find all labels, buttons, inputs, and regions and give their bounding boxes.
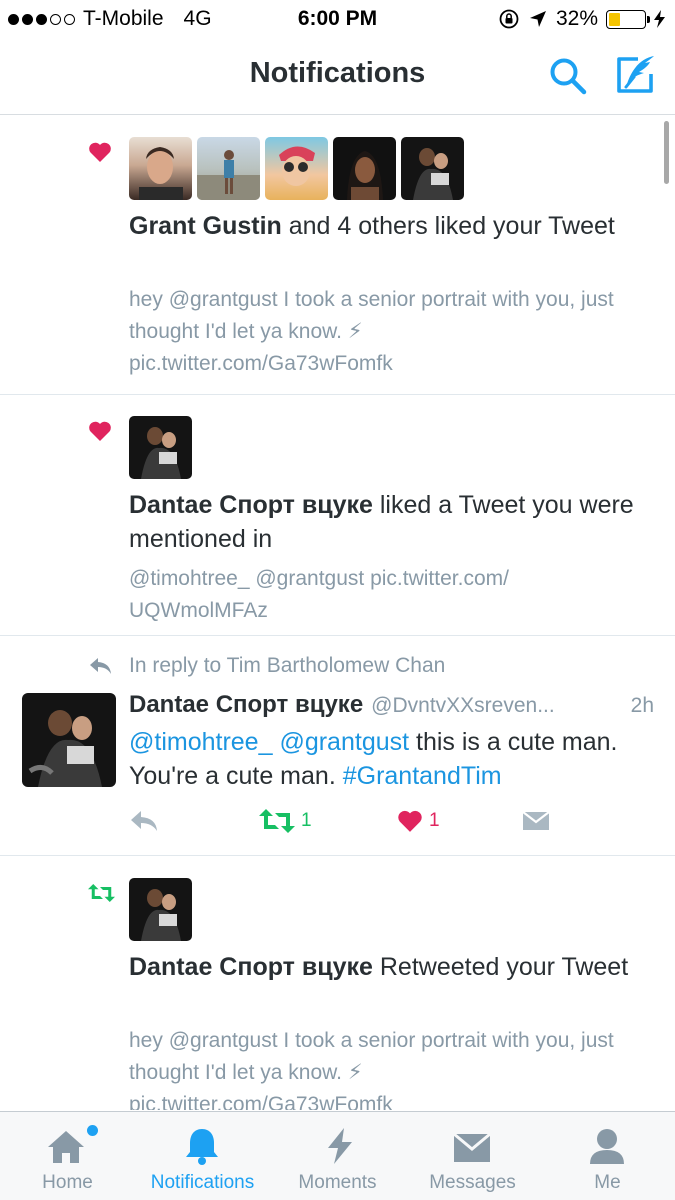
- heart-icon: [398, 810, 422, 832]
- notification-headline: Dantae Спорт вцуке liked a Tweet you wer…: [129, 491, 634, 553]
- tweet-text: @timohtree_ @grantgust this is a cute ma…: [129, 728, 618, 790]
- notification-headline: Grant Gustin and 4 others liked your Twe…: [129, 212, 615, 240]
- notification-item[interactable]: Grant Gustin and 4 others liked your Twe…: [0, 116, 675, 395]
- envelope-icon: [522, 811, 550, 830]
- hashtag-link[interactable]: #GrantandTim: [343, 762, 502, 790]
- tab-label: Home: [42, 1172, 93, 1193]
- retweet-button[interactable]: 1: [259, 809, 312, 833]
- tweet-item[interactable]: In reply to Tim Bartholomew Chan Dantae …: [0, 636, 675, 856]
- compose-tweet-icon[interactable]: [614, 54, 658, 96]
- avatar[interactable]: [401, 137, 464, 200]
- navigation-bar: Notifications: [0, 38, 675, 115]
- avatar[interactable]: [333, 137, 396, 200]
- home-icon: [48, 1131, 84, 1163]
- tab-label: Notifications: [150, 1172, 255, 1193]
- location-arrow-icon: [529, 11, 546, 27]
- retweet-icon: [259, 809, 295, 833]
- user-name[interactable]: Dantae Спорт вцуке: [129, 953, 373, 981]
- heart-icon: [89, 142, 111, 162]
- search-icon[interactable]: [548, 56, 588, 96]
- mention-link[interactable]: @timohtree_: [129, 728, 273, 756]
- reply-arrow-icon: [90, 658, 111, 674]
- envelope-icon: [453, 1132, 491, 1162]
- tab-bar: Home Notifications Moments Messages Me: [0, 1111, 675, 1200]
- notification-item[interactable]: Dantae Спорт вцуке liked a Tweet you wer…: [0, 395, 675, 636]
- direct-message-button[interactable]: [522, 809, 550, 833]
- liker-avatars: [129, 137, 464, 200]
- reply-button[interactable]: [129, 809, 159, 833]
- avatar[interactable]: [265, 137, 328, 200]
- tweet-snippet[interactable]: hey @grantgust I took a senior portrait …: [129, 284, 629, 380]
- avatar[interactable]: [197, 137, 260, 200]
- lightning-icon: [328, 1128, 352, 1164]
- user-handle[interactable]: @DvntvXXsreven...: [371, 694, 618, 718]
- tweet-actions: 1 1: [129, 809, 649, 839]
- tab-home[interactable]: Home: [0, 1112, 135, 1200]
- new-content-dot: [87, 1125, 98, 1136]
- status-bar: T-Mobile 4G 6:00 PM 32%: [0, 0, 675, 38]
- user-name[interactable]: Dantae Спорт вцуке: [129, 691, 363, 719]
- liker-avatars: [129, 416, 192, 479]
- tweet-snippet[interactable]: hey @grantgust I took a senior portrait …: [129, 1025, 629, 1110]
- person-icon: [590, 1129, 624, 1164]
- like-count: 1: [429, 810, 440, 831]
- retweeter-avatars: [129, 878, 192, 941]
- avatar[interactable]: [22, 693, 116, 787]
- retweet-icon: [88, 884, 115, 902]
- charging-bolt-icon: [654, 10, 665, 28]
- tab-messages[interactable]: Messages: [405, 1112, 540, 1200]
- orientation-lock-icon: [499, 9, 519, 29]
- user-name[interactable]: Grant Gustin: [129, 212, 282, 240]
- avatar[interactable]: [129, 878, 192, 941]
- tweet-header: Dantae Спорт вцуке @DvntvXXsreven... 2h: [129, 691, 654, 719]
- tweet-snippet[interactable]: @timohtree_ @grantgust pic.twitter.com/ …: [129, 563, 629, 627]
- retweet-count: 1: [301, 810, 312, 831]
- tab-label: Messages: [429, 1172, 516, 1193]
- notifications-feed: Grant Gustin and 4 others liked your Twe…: [0, 116, 675, 1110]
- mention-link[interactable]: @grantgust: [279, 728, 409, 756]
- avatar[interactable]: [129, 416, 192, 479]
- avatar[interactable]: [129, 137, 192, 200]
- battery-icon: [606, 9, 650, 29]
- reply-icon: [131, 811, 157, 831]
- tab-label: Moments: [298, 1172, 377, 1193]
- status-right: 32%: [498, 7, 665, 31]
- heart-icon: [89, 421, 111, 441]
- battery-percent: 32%: [555, 7, 598, 30]
- like-button[interactable]: 1: [397, 809, 440, 833]
- bell-icon: [186, 1129, 218, 1165]
- tab-notifications[interactable]: Notifications: [135, 1112, 270, 1200]
- user-name[interactable]: Dantae Спорт вцуке: [129, 491, 373, 519]
- notification-headline: Dantae Спорт вцуке Retweeted your Tweet: [129, 953, 629, 981]
- notification-item[interactable]: Dantae Спорт вцуке Retweeted your Tweet …: [0, 856, 675, 1110]
- tab-label: Me: [594, 1172, 621, 1193]
- reply-context[interactable]: In reply to Tim Bartholomew Chan: [129, 654, 445, 678]
- tab-moments[interactable]: Moments: [270, 1112, 405, 1200]
- tweet-timestamp: 2h: [630, 694, 654, 717]
- tab-me[interactable]: Me: [540, 1112, 675, 1200]
